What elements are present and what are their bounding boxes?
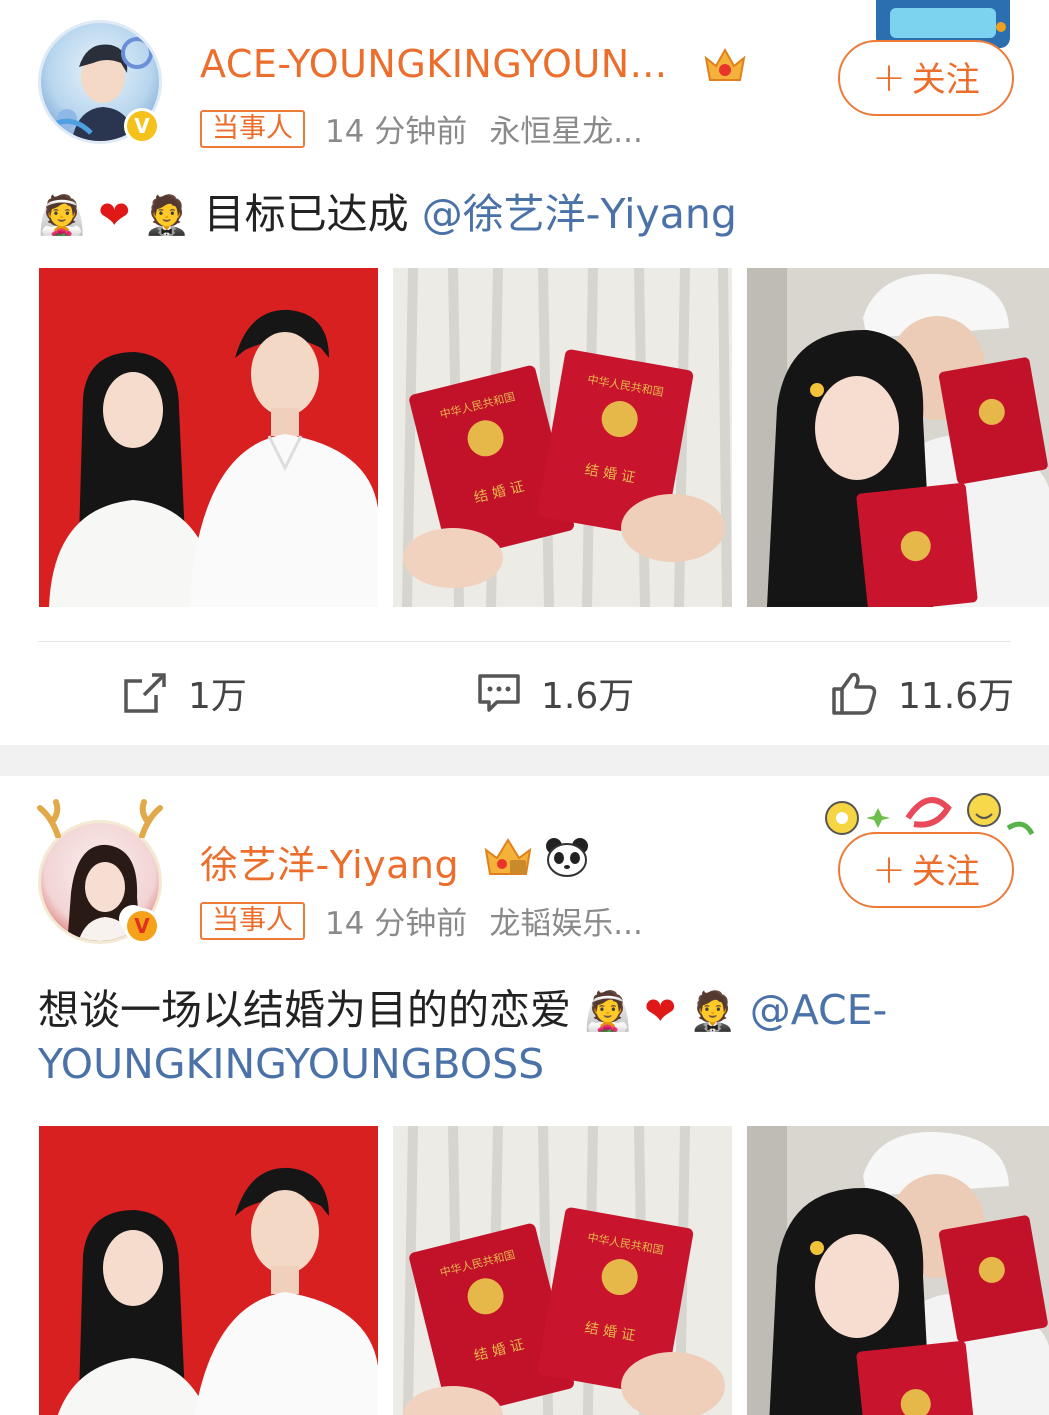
post-photo-2[interactable]: 中华人民共和国 结 婚 证 中华人民共和国 结 婚 证	[393, 1126, 732, 1415]
comment-icon	[478, 674, 520, 712]
vip-crown-icon	[482, 834, 534, 889]
like-button[interactable]: 11.6万	[830, 668, 1014, 718]
username[interactable]: 徐艺洋-Yiyang	[200, 834, 459, 889]
post-content: 想谈一场以结婚为目的的恋爱 👰 ❤ 🤵 @ACE-	[38, 976, 887, 1036]
post-content: 👰 ❤ 🤵 目标已达成 @徐艺洋-Yiyang	[38, 180, 737, 240]
post-time: 14 分钟前	[325, 906, 468, 942]
comment-button[interactable]: 1.6万	[477, 668, 634, 718]
post-photo-3[interactable]	[747, 268, 1049, 607]
antlers-decoration-icon	[37, 799, 163, 838]
heart-emoji-icon: ❤	[98, 193, 131, 237]
party-tag: 当事人	[200, 109, 305, 148]
heart-emoji-icon: ❤	[644, 989, 677, 1033]
feed-post-1: V ACE-YOUNGKINGYOUN... 当事人 14 分钟前 永恒星龙..…	[0, 0, 1049, 745]
username[interactable]: ACE-YOUNGKINGYOUN...	[200, 42, 667, 86]
follow-button[interactable]: + 关注	[838, 832, 1014, 908]
groom-emoji-icon: 🤵	[689, 989, 737, 1033]
post-photo-1[interactable]	[39, 1126, 378, 1415]
feed-post-2: V 徐艺洋-Yiyang 当事人 14 分钟前 龙韬娱乐... + 关注 想谈一场…	[0, 776, 1049, 1415]
post-meta: 当事人 14 分钟前 永恒星龙...	[200, 106, 665, 151]
follow-button[interactable]: + 关注	[838, 40, 1014, 116]
share-button[interactable]: 1万	[122, 668, 247, 718]
bride-emoji-icon: 👰	[38, 193, 86, 237]
mention-link-continued[interactable]: YOUNGKINGYOUNGBOSS	[38, 1040, 544, 1088]
verified-badge-icon: V	[124, 108, 160, 144]
mention-link[interactable]: @ACE-	[750, 986, 888, 1034]
share-icon	[124, 673, 166, 713]
post-time: 14 分钟前	[325, 114, 468, 150]
thumbs-up-icon	[832, 672, 877, 715]
post-text: 目标已达成	[203, 190, 409, 238]
bride-emoji-icon: 👰	[584, 989, 632, 1033]
post-source[interactable]: 龙韬娱乐...	[489, 898, 643, 943]
avatar[interactable]: V	[37, 799, 163, 944]
avatar[interactable]: V	[38, 20, 162, 144]
groom-emoji-icon: 🤵	[143, 193, 191, 237]
plus-icon: +	[872, 847, 906, 893]
post-photo-3[interactable]	[747, 1126, 1049, 1415]
verified-badge-icon: V	[124, 908, 160, 944]
post-photo-2[interactable]: 中华人民共和国 结 婚 证 中华人民共和国 结 婚 证	[393, 268, 732, 607]
post-text: 想谈一场以结婚为目的的恋爱	[38, 986, 571, 1034]
post-source[interactable]: 永恒星龙...	[489, 106, 643, 151]
action-bar-divider	[38, 641, 1011, 642]
mention-link[interactable]: @徐艺洋-Yiyang	[422, 190, 737, 238]
post-photo-1[interactable]	[39, 268, 378, 607]
like-count: 11.6万	[898, 676, 1015, 717]
plus-icon: +	[872, 55, 906, 101]
party-tag: 当事人	[200, 901, 305, 940]
vip-crown-icon	[702, 44, 748, 95]
comment-count: 1.6万	[541, 676, 635, 717]
panda-icon	[544, 836, 590, 887]
share-count: 1万	[188, 676, 247, 717]
post-meta: 当事人 14 分钟前 龙韬娱乐...	[200, 898, 665, 943]
feed-separator	[0, 745, 1049, 776]
